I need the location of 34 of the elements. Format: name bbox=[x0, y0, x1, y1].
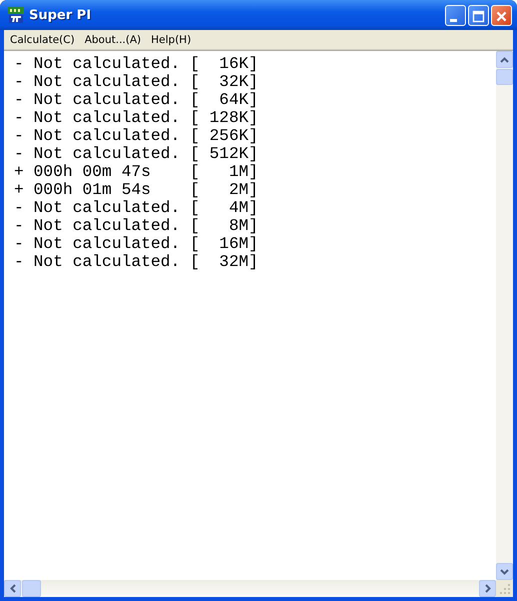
chevron-down-icon bbox=[500, 568, 509, 574]
result-line: - Not calculated. [ 4M] bbox=[14, 199, 260, 217]
menu-item[interactable]: About...(A) bbox=[80, 32, 146, 46]
result-line: - Not calculated. [ 64K] bbox=[14, 91, 260, 109]
maximize-button[interactable] bbox=[468, 4, 489, 26]
chevron-right-icon bbox=[484, 584, 490, 593]
close-button[interactable] bbox=[491, 4, 512, 26]
minimize-button[interactable] bbox=[445, 4, 466, 26]
result-line: + 000h 00m 47s [ 1M] bbox=[14, 163, 260, 181]
vertical-scrollbar[interactable] bbox=[496, 51, 513, 580]
scroll-up-button[interactable] bbox=[496, 51, 513, 68]
chevron-left-icon bbox=[10, 584, 16, 593]
result-line: - Not calculated. [ 32K] bbox=[14, 73, 260, 91]
horizontal-scrollbar[interactable] bbox=[4, 580, 496, 597]
result-line: - Not calculated. [ 512K] bbox=[14, 145, 260, 163]
result-line: - Not calculated. [ 128K] bbox=[14, 109, 260, 127]
scroll-thumb[interactable] bbox=[496, 69, 513, 85]
scroll-down-button[interactable] bbox=[496, 563, 513, 580]
scroll-right-button[interactable] bbox=[479, 580, 496, 597]
result-line: + 000h 01m 54s [ 2M] bbox=[14, 181, 260, 199]
result-line: - Not calculated. [ 16M] bbox=[14, 235, 260, 253]
result-line: - Not calculated. [ 8M] bbox=[14, 217, 260, 235]
menu-item[interactable]: Help(H) bbox=[147, 32, 196, 46]
minimize-icon bbox=[450, 18, 457, 22]
chevron-up-icon bbox=[500, 56, 509, 62]
scroll-left-button[interactable] bbox=[4, 580, 21, 597]
result-line: - Not calculated. [ 32M] bbox=[14, 253, 260, 271]
window-title: Super PI bbox=[29, 8, 92, 22]
app-icon bbox=[8, 7, 24, 23]
menu-item[interactable]: Calculate(C) bbox=[6, 32, 79, 46]
resize-grip-icon[interactable] bbox=[496, 580, 513, 597]
result-line: - Not calculated. [ 16K] bbox=[14, 55, 260, 73]
result-line: - Not calculated. [ 256K] bbox=[14, 127, 260, 145]
scroll-thumb[interactable] bbox=[22, 580, 41, 597]
